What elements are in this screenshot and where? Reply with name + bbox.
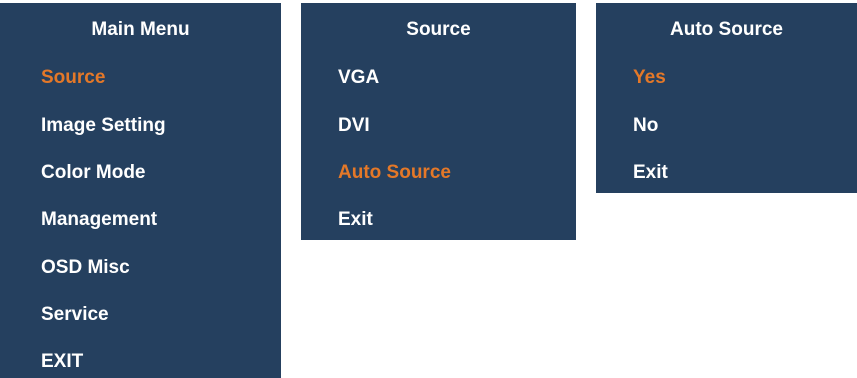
auto-source-item-no[interactable]: No [633,115,658,137]
auto-source-menu-title: Auto Source [670,19,783,40]
menu-item-exit[interactable]: EXIT [41,351,83,373]
auto-source-item-yes[interactable]: Yes [633,67,666,89]
source-item-auto-source[interactable]: Auto Source [338,162,451,184]
source-menu-panel: Source VGA DVI Auto Source Exit [301,3,576,240]
menu-item-image-setting[interactable]: Image Setting [41,115,166,137]
menu-item-source[interactable]: Source [41,67,105,89]
menu-item-management[interactable]: Management [41,209,157,231]
auto-source-menu-panel: Auto Source Yes No Exit [596,3,857,193]
main-menu-title: Main Menu [91,19,190,40]
source-item-exit[interactable]: Exit [338,209,373,231]
menu-item-osd-misc[interactable]: OSD Misc [41,257,130,279]
menu-item-service[interactable]: Service [41,304,109,326]
source-menu-title: Source [406,19,471,40]
auto-source-item-exit[interactable]: Exit [633,162,668,184]
source-item-vga[interactable]: VGA [338,67,379,89]
menu-item-color-mode[interactable]: Color Mode [41,162,146,184]
main-menu-panel: Main Menu Source Image Setting Color Mod… [0,3,281,378]
source-item-dvi[interactable]: DVI [338,115,370,137]
